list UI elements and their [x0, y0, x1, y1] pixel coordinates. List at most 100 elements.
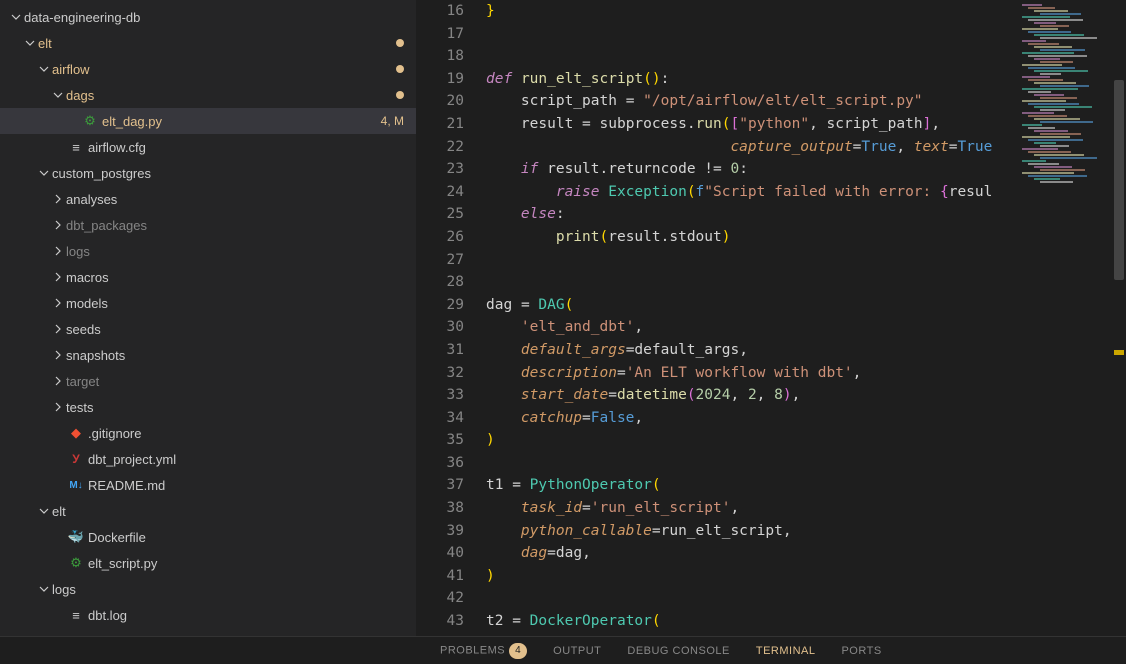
folder-item[interactable]: tests: [0, 394, 416, 420]
code-line[interactable]: [486, 587, 1018, 610]
panel-tab-ports[interactable]: PORTS: [841, 645, 881, 657]
file-icon: ≡: [66, 608, 86, 623]
line-number: 20: [416, 90, 464, 113]
item-label: README.md: [88, 478, 416, 493]
minimap[interactable]: [1018, 0, 1112, 636]
code-line[interactable]: python_callable=run_elt_script,: [486, 520, 1018, 543]
folder-item[interactable]: elt: [0, 30, 416, 56]
file-explorer[interactable]: data-engineering-db elt airflow dags ⚙elt_da…: [0, 0, 416, 636]
code-content[interactable]: } def run_elt_script(): script_path = "/…: [486, 0, 1018, 636]
chevron-icon: [50, 298, 66, 308]
code-line[interactable]: catchup=False,: [486, 407, 1018, 430]
folder-item[interactable]: models: [0, 290, 416, 316]
code-line[interactable]: [486, 45, 1018, 68]
code-line[interactable]: result = subprocess.run(["python", scrip…: [486, 113, 1018, 136]
folder-item[interactable]: data-engineering-db: [0, 4, 416, 30]
scrollbar-thumb[interactable]: [1114, 80, 1124, 280]
item-label: seeds: [66, 322, 416, 337]
folder-item[interactable]: elt: [0, 498, 416, 524]
chevron-icon: [50, 220, 66, 230]
file-item[interactable]: ◆.gitignore: [0, 420, 416, 446]
chevron-icon: [36, 584, 52, 594]
folder-item[interactable]: target: [0, 368, 416, 394]
code-line[interactable]: t2 = DockerOperator(: [486, 610, 1018, 633]
line-number: 18: [416, 45, 464, 68]
file-item[interactable]: M↓README.md: [0, 472, 416, 498]
line-number: 31: [416, 339, 464, 362]
line-number: 21: [416, 113, 464, 136]
panel-tab-problems[interactable]: PROBLEMS4: [440, 643, 527, 659]
panel-tab-terminal[interactable]: TERMINAL: [756, 645, 816, 657]
line-number: 37: [416, 474, 464, 497]
folder-item[interactable]: seeds: [0, 316, 416, 342]
item-label: elt: [38, 36, 396, 51]
code-line[interactable]: task_id='run_elt_script',: [486, 497, 1018, 520]
file-item[interactable]: ≡dbt.log: [0, 602, 416, 628]
folder-item[interactable]: snapshots: [0, 342, 416, 368]
code-line[interactable]: ): [486, 565, 1018, 588]
folder-item[interactable]: logs: [0, 576, 416, 602]
scrollbar[interactable]: [1112, 0, 1126, 636]
chevron-icon: [50, 376, 66, 386]
folder-item[interactable]: airflow: [0, 56, 416, 82]
line-number: 27: [416, 249, 464, 272]
code-line[interactable]: }: [486, 0, 1018, 23]
file-item[interactable]: ⚙elt_dag.py4, M: [0, 108, 416, 134]
code-line[interactable]: dag=dag,: [486, 542, 1018, 565]
chevron-icon: [36, 506, 52, 516]
line-number: 29: [416, 294, 464, 317]
item-label: dbt_packages: [66, 218, 416, 233]
folder-item[interactable]: custom_postgres: [0, 160, 416, 186]
code-line[interactable]: start_date=datetime(2024, 2, 8),: [486, 384, 1018, 407]
code-line[interactable]: def run_elt_script():: [486, 68, 1018, 91]
code-line[interactable]: [486, 271, 1018, 294]
line-number: 40: [416, 542, 464, 565]
code-line[interactable]: raise Exception(f"Script failed with err…: [486, 181, 1018, 204]
code-line[interactable]: else:: [486, 203, 1018, 226]
item-label: tests: [66, 400, 416, 415]
code-line[interactable]: [486, 452, 1018, 475]
item-label: dbt_project.yml: [88, 452, 416, 467]
yaml-icon: У: [66, 452, 86, 466]
code-line[interactable]: task_id='dbt_run',: [486, 633, 1018, 636]
item-label: airflow.cfg: [88, 140, 416, 155]
file-item[interactable]: ⚙elt_script.py: [0, 550, 416, 576]
code-line[interactable]: default_args=default_args,: [486, 339, 1018, 362]
code-line[interactable]: t1 = PythonOperator(: [486, 474, 1018, 497]
panel-tab-output[interactable]: OUTPUT: [553, 645, 601, 657]
code-line[interactable]: script_path = "/opt/airflow/elt/elt_scri…: [486, 90, 1018, 113]
code-line[interactable]: [486, 249, 1018, 272]
file-icon: ≡: [66, 140, 86, 155]
file-item[interactable]: ≡airflow.cfg: [0, 134, 416, 160]
modified-indicator-icon: [396, 91, 404, 99]
code-line[interactable]: [486, 23, 1018, 46]
code-line[interactable]: 'elt_and_dbt',: [486, 316, 1018, 339]
line-number: 16: [416, 0, 464, 23]
file-item[interactable]: 🐳Dockerfile: [0, 524, 416, 550]
item-label: elt: [52, 504, 416, 519]
folder-item[interactable]: dags: [0, 82, 416, 108]
folder-item[interactable]: macros: [0, 264, 416, 290]
line-number: 17: [416, 23, 464, 46]
modified-indicator-icon: [396, 65, 404, 73]
item-label: dags: [66, 88, 396, 103]
folder-item[interactable]: dbt_packages: [0, 212, 416, 238]
file-item[interactable]: Уdbt_project.yml: [0, 446, 416, 472]
line-number: 28: [416, 271, 464, 294]
folder-item[interactable]: source_db_init: [0, 628, 416, 636]
folder-item[interactable]: logs: [0, 238, 416, 264]
code-line[interactable]: capture_output=True, text=True: [486, 136, 1018, 159]
code-line[interactable]: print(result.stdout): [486, 226, 1018, 249]
code-line[interactable]: description='An ELT workflow with dbt',: [486, 362, 1018, 385]
code-line[interactable]: dag = DAG(: [486, 294, 1018, 317]
chevron-icon: [50, 272, 66, 282]
line-number: 22: [416, 136, 464, 159]
chevron-icon: [50, 350, 66, 360]
folder-item[interactable]: analyses: [0, 186, 416, 212]
problems-count-badge: 4: [509, 643, 527, 659]
code-line[interactable]: if result.returncode != 0:: [486, 158, 1018, 181]
code-line[interactable]: ): [486, 429, 1018, 452]
code-editor[interactable]: 1617181920212223242526272829303132333435…: [416, 0, 1126, 636]
line-gutter: 1617181920212223242526272829303132333435…: [416, 0, 486, 636]
panel-tab-debug-console[interactable]: DEBUG CONSOLE: [627, 645, 729, 657]
